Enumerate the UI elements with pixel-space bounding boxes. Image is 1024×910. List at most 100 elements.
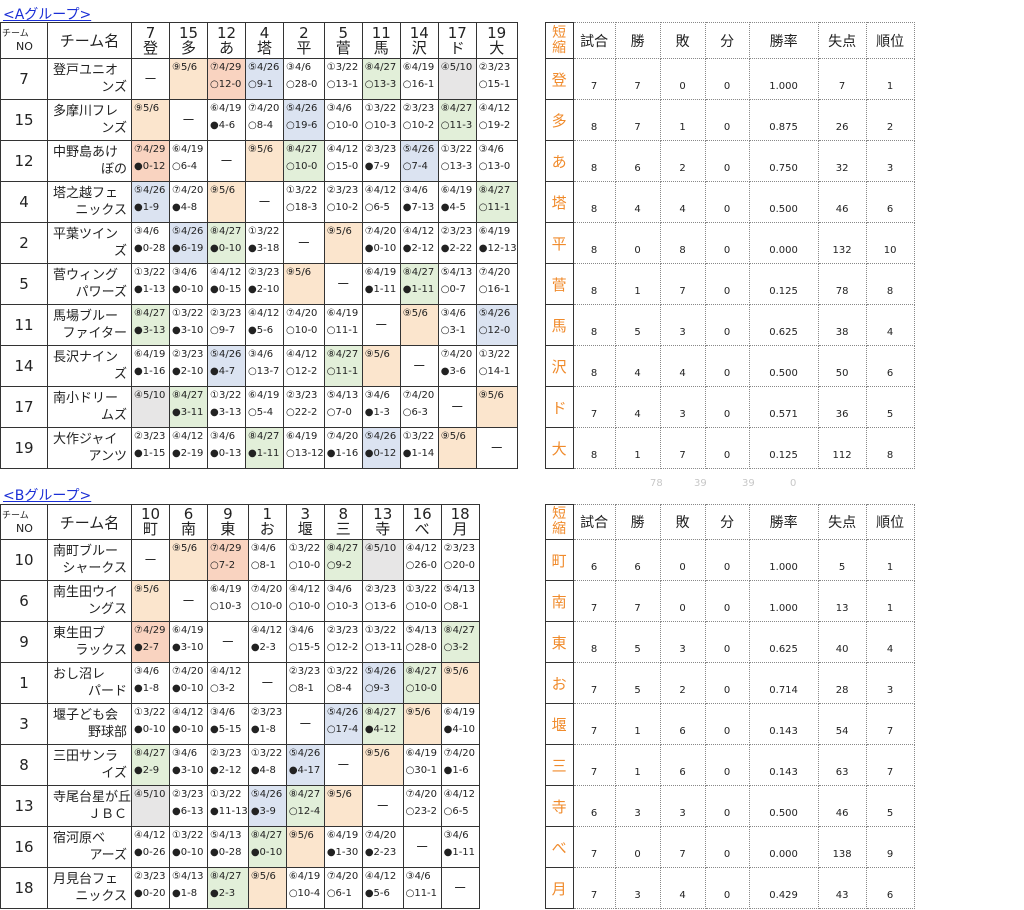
opponent-short-name: ド bbox=[449, 38, 465, 57]
match-cell: ⑤4/13 ○7-0 bbox=[323, 386, 363, 428]
match-cell: ③4/6 ○3-1 bbox=[437, 304, 477, 346]
match-cell: ③4/6 ○11-1 bbox=[402, 867, 442, 909]
match-result: ○11-1 bbox=[326, 325, 359, 336]
gap bbox=[517, 704, 545, 745]
match-date: ⑦4/20 bbox=[405, 789, 438, 800]
self-match-cell: － bbox=[169, 580, 209, 622]
self-match-cell: － bbox=[402, 826, 442, 868]
team-name: 南生田ウイ ングス bbox=[46, 580, 133, 622]
team-name-line1: 南生田ウイ bbox=[53, 585, 119, 600]
match-result: ●2-7 bbox=[134, 642, 160, 653]
match-cell: ⑥4/19 ○13-12 bbox=[283, 427, 325, 469]
match-result: ○6-3 bbox=[402, 407, 428, 418]
match-cell: ②3/23 ●6-13 bbox=[169, 785, 209, 827]
stat-value: 0.429 bbox=[748, 867, 819, 909]
match-result: ●1-11 bbox=[443, 847, 476, 858]
match-cell: ⑨5/6 bbox=[361, 744, 404, 786]
stat-value: 0 bbox=[704, 427, 750, 469]
team-name: 登戸ユニオ ンズ bbox=[47, 58, 132, 100]
match-result: ●7-9 bbox=[364, 161, 390, 172]
match-cell: ①3/22 ●1-14 bbox=[399, 427, 439, 469]
match-cell: ⑦4/29 ○12-0 bbox=[207, 58, 246, 100]
opponent-short-name: 大 bbox=[489, 38, 505, 57]
match-result: ○0-7 bbox=[440, 284, 466, 295]
match-date: ⑥4/19 bbox=[443, 707, 476, 718]
match-date: ①3/22 bbox=[250, 748, 283, 759]
match-date: ①3/22 bbox=[405, 584, 438, 595]
match-cell: ①3/22 ●1-13 bbox=[131, 263, 170, 305]
stat-header: 分 bbox=[704, 504, 750, 540]
stat-value: 7 bbox=[572, 58, 616, 100]
match-result: ○15-0 bbox=[326, 161, 359, 172]
gap bbox=[517, 505, 545, 540]
match-cell: ⑧4/27 ●4-12 bbox=[361, 703, 404, 745]
match-date: ③4/6 bbox=[134, 666, 160, 677]
match-cell: ⑨5/6 bbox=[283, 263, 325, 305]
match-cell: ⑤4/26 ○17-4 bbox=[323, 703, 363, 745]
match-date: ③4/6 bbox=[134, 226, 160, 237]
team-number: 14 bbox=[0, 345, 48, 387]
match-cell: ⑧4/27 ●3-11 bbox=[169, 386, 208, 428]
match-result: ○10-3 bbox=[364, 120, 397, 131]
stat-value: 0 bbox=[704, 662, 750, 704]
match-date: ⑧4/27 bbox=[172, 390, 204, 401]
team-name-line2: パード bbox=[88, 684, 128, 699]
stat-value: 4 bbox=[614, 386, 661, 428]
match-cell: ⑦4/20 ○23-2 bbox=[402, 785, 442, 827]
match-result: ●3-13 bbox=[134, 325, 166, 336]
match-date: ③4/6 bbox=[288, 625, 314, 636]
team-name-line2: ラックス bbox=[75, 643, 128, 658]
stat-value: 0 bbox=[704, 58, 750, 100]
match-date: ⑤4/13 bbox=[210, 830, 242, 841]
match-date: ②3/23 bbox=[326, 185, 359, 196]
match-result: ●0-10 bbox=[134, 724, 166, 735]
match-result: ●0-10 bbox=[250, 847, 283, 858]
team-row: 6 南生田ウイ ングス ⑨5/6 － ⑥4/19 ○10-3 ⑦4/20 ○10-0 ④4/12 ○… bbox=[0, 580, 915, 622]
stat-value: 0 bbox=[704, 744, 750, 786]
match-cell: ④4/12 ○19-2 bbox=[475, 99, 518, 141]
opponent-number: 3 bbox=[300, 505, 311, 523]
stat-value: 0 bbox=[704, 867, 750, 909]
stat-value: 0.625 bbox=[748, 621, 819, 663]
match-result: ○7-2 bbox=[210, 560, 236, 571]
match-cell: ①3/22 ○10-3 bbox=[361, 99, 401, 141]
gap bbox=[517, 786, 545, 827]
match-date: ⑧4/27 bbox=[326, 349, 359, 360]
match-result: ●1-15 bbox=[134, 448, 166, 459]
match-date: ⑦4/20 bbox=[248, 103, 280, 114]
match-result: ○26-0 bbox=[405, 560, 438, 571]
opponent-number: 7 bbox=[145, 23, 156, 42]
match-date: ④4/12 bbox=[443, 789, 476, 800]
match-cell: ②3/23 ○15-1 bbox=[475, 58, 518, 100]
match-date: ⑥4/19 bbox=[248, 390, 280, 401]
match-result: ●0-26 bbox=[134, 847, 166, 858]
match-date: ⑤4/13 bbox=[443, 584, 476, 595]
match-date: ②3/23 bbox=[134, 871, 166, 882]
gap bbox=[517, 868, 545, 909]
stat-value: 8 bbox=[659, 222, 706, 264]
match-result: ○10-0 bbox=[286, 161, 318, 172]
match-cell: ⑧4/27 ○3-2 bbox=[440, 621, 480, 663]
team-name: 三田サンラ イズ bbox=[46, 744, 133, 786]
match-cell: ④4/12 ○12-2 bbox=[283, 345, 325, 387]
opponent-short-name: 登 bbox=[142, 38, 158, 57]
stat-value: 132 bbox=[817, 222, 867, 264]
match-date: ①3/22 bbox=[440, 144, 473, 155]
opponent-short-name: 東 bbox=[220, 520, 236, 538]
opponent-column-header: 18 月 bbox=[440, 504, 480, 540]
match-cell: ⑧4/27 ●2-9 bbox=[131, 744, 171, 786]
team-row: 1 おし沼レ パード ③4/6 ●1-8 ⑦4/20 ●0-10 ④4/12 ○3-2 － ②3/2… bbox=[0, 662, 915, 704]
stat-header: 敗 bbox=[659, 504, 706, 540]
match-result: ●4-6 bbox=[210, 120, 236, 131]
match-date: ③4/6 bbox=[326, 103, 352, 114]
match-date: ⑨5/6 bbox=[326, 789, 352, 800]
stat-value: 43 bbox=[817, 867, 867, 909]
match-result: ○10-0 bbox=[405, 683, 438, 694]
team-name-line1: 南小ドリー bbox=[53, 391, 119, 406]
match-cell: ①3/22 ●3-13 bbox=[207, 386, 246, 428]
stat-value: 0 bbox=[704, 140, 750, 182]
match-date: ④4/12 bbox=[250, 625, 283, 636]
team-number: 15 bbox=[0, 99, 48, 141]
stat-value: 8 bbox=[572, 263, 616, 305]
match-cell: ⑤4/13 ●0-28 bbox=[207, 826, 249, 868]
